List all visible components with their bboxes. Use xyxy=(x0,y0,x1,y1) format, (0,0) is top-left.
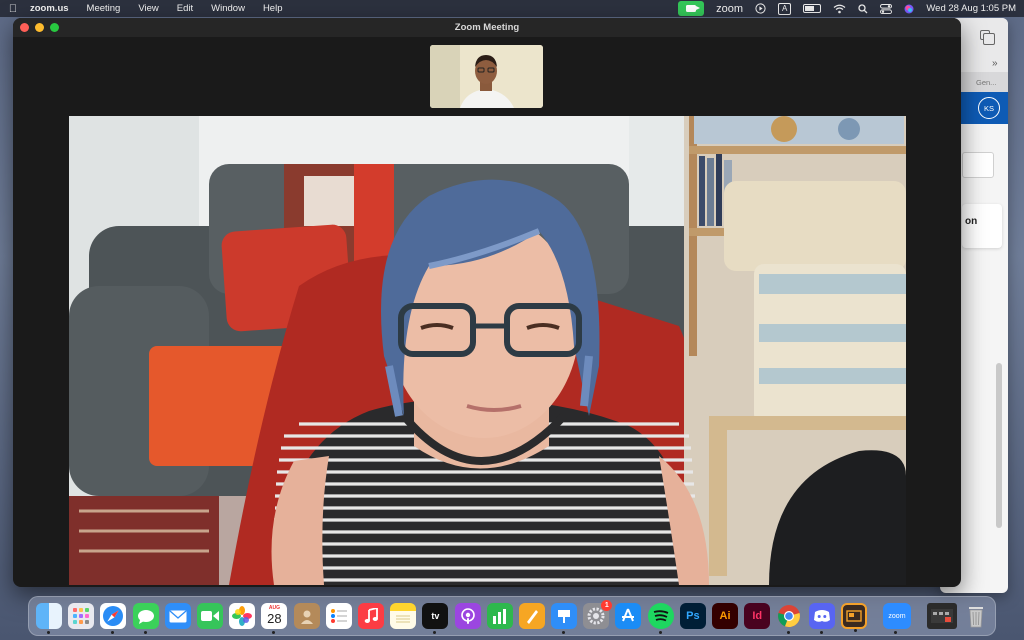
dock: AUG 28 tv 1 Ps Ai Id zoom xyxy=(28,596,996,636)
trash-icon[interactable] xyxy=(963,603,989,629)
menu-bar:  zoom.us Meeting View Edit Window Help … xyxy=(0,0,1024,17)
siri-icon[interactable] xyxy=(898,0,920,17)
system-settings-icon[interactable]: 1 xyxy=(583,600,613,629)
close-window-button[interactable] xyxy=(20,23,29,32)
photoshop-icon[interactable]: Ps xyxy=(679,603,706,629)
facetime-icon[interactable] xyxy=(197,603,224,629)
mail-icon[interactable] xyxy=(164,603,191,629)
minimize-window-button[interactable] xyxy=(35,23,44,32)
podcasts-icon[interactable] xyxy=(454,603,481,629)
play-icon[interactable] xyxy=(749,0,772,17)
finder-icon[interactable] xyxy=(36,603,63,634)
participant-thumbnail[interactable] xyxy=(430,45,543,108)
window-controls xyxy=(20,23,59,32)
app-menu[interactable]: zoom.us xyxy=(26,3,78,14)
music-icon[interactable] xyxy=(357,603,384,629)
menu-meeting[interactable]: Meeting xyxy=(78,3,130,14)
keynote-icon[interactable] xyxy=(551,603,578,634)
app-store-icon[interactable] xyxy=(615,603,642,629)
zoom-status-label[interactable]: zoom xyxy=(710,0,749,17)
reminders-icon[interactable] xyxy=(325,603,352,629)
chrome-icon[interactable] xyxy=(776,603,802,634)
apple-menu-icon[interactable]:  xyxy=(0,3,26,15)
contacts-icon[interactable] xyxy=(293,603,320,629)
zoom-meeting-window: Zoom Meeting xyxy=(13,18,961,587)
menu-view[interactable]: View xyxy=(129,3,167,14)
minimized-window-icon[interactable] xyxy=(927,603,958,629)
spotify-icon[interactable] xyxy=(647,603,674,634)
spotlight-search-icon[interactable] xyxy=(852,0,874,17)
scrollbar[interactable] xyxy=(996,363,1002,528)
menu-help[interactable]: Help xyxy=(254,3,292,14)
copy-icon[interactable] xyxy=(980,30,995,45)
maximize-window-button[interactable] xyxy=(50,23,59,32)
slides-icon[interactable] xyxy=(840,603,867,632)
menu-edit[interactable]: Edit xyxy=(168,3,202,14)
control-center-icon[interactable] xyxy=(874,0,898,17)
chevron-double-right-icon[interactable]: » xyxy=(992,58,998,69)
window-title: Zoom Meeting xyxy=(454,22,520,33)
main-speaker-video[interactable] xyxy=(69,116,906,585)
launchpad-icon[interactable] xyxy=(68,603,95,629)
wifi-icon[interactable] xyxy=(827,0,852,17)
indesign-icon[interactable]: Id xyxy=(744,603,771,629)
calendar-icon[interactable]: AUG 28 xyxy=(261,603,288,634)
menubar-clock[interactable]: Wed 28 Aug 1:05 PM xyxy=(920,0,1024,17)
notes-icon[interactable] xyxy=(390,603,417,629)
background-window-field[interactable] xyxy=(962,152,994,178)
safari-icon[interactable] xyxy=(100,603,127,634)
appletv-icon[interactable]: tv xyxy=(422,603,449,634)
battery-icon[interactable] xyxy=(797,0,827,17)
zoom-video-status-icon[interactable] xyxy=(678,1,705,16)
illustrator-icon[interactable]: Ai xyxy=(712,603,739,629)
photos-icon[interactable] xyxy=(229,603,256,629)
zoom-icon[interactable]: zoom xyxy=(882,603,911,634)
avatar[interactable]: KS xyxy=(978,97,1000,119)
pages-icon[interactable] xyxy=(518,603,545,629)
menu-window[interactable]: Window xyxy=(202,3,254,14)
messages-icon[interactable] xyxy=(132,603,159,634)
discord-icon[interactable] xyxy=(808,603,835,634)
numbers-icon[interactable] xyxy=(486,603,513,629)
window-titlebar: Zoom Meeting xyxy=(13,18,961,37)
background-window-card: on xyxy=(962,204,1002,248)
input-source-icon[interactable]: A xyxy=(772,0,797,17)
